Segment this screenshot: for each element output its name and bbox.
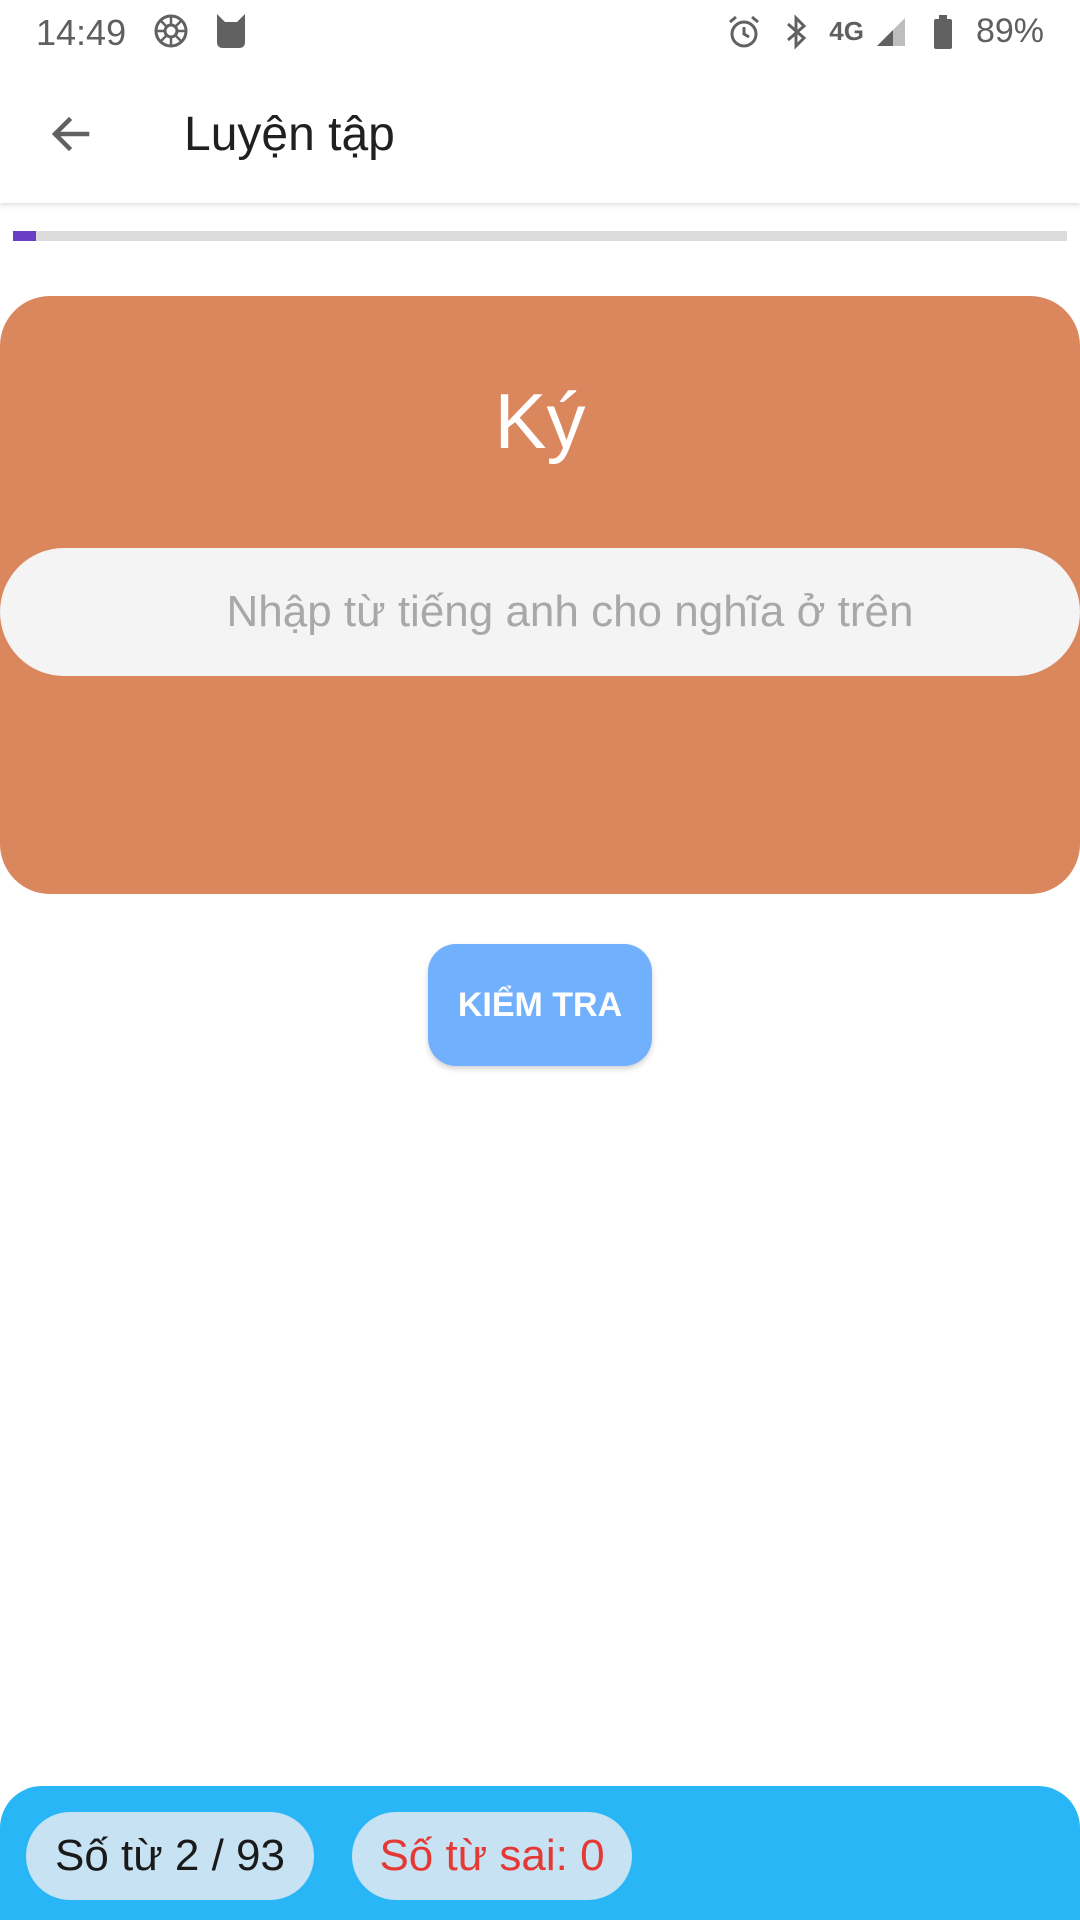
wrong-count-badge: Số từ sai: 0	[352, 1812, 632, 1900]
cat-app-icon	[212, 12, 250, 50]
status-time: 14:49	[36, 12, 127, 53]
settings-icon	[152, 12, 190, 50]
app-bar: Luyện tập	[0, 63, 1080, 203]
page-title: Luyện tập	[184, 108, 395, 161]
network-type: 4G	[829, 16, 864, 46]
bluetooth-icon	[777, 13, 815, 51]
alarm-icon	[725, 13, 763, 51]
quiz-card: Ký	[0, 296, 1080, 894]
answer-input[interactable]	[0, 548, 1080, 676]
bottom-stats-bar: Số từ 2 / 93 Số từ sai: 0	[0, 1786, 1080, 1920]
back-button[interactable]	[36, 101, 106, 171]
signal-icon	[872, 13, 910, 51]
progress-bar	[13, 231, 1067, 241]
status-bar: 14:49 4G 89%	[0, 0, 1080, 63]
status-notification-icons	[152, 12, 250, 50]
arrow-back-icon	[47, 110, 95, 163]
word-count-badge: Số từ 2 / 93	[26, 1812, 314, 1900]
status-system-icons: 4G 89%	[725, 12, 1044, 51]
check-button[interactable]: KIỂM TRA	[428, 944, 652, 1066]
progress-fill	[13, 231, 36, 241]
battery-percent: 89%	[975, 12, 1044, 50]
question-word: Ký	[494, 377, 586, 465]
battery-icon	[924, 13, 962, 51]
